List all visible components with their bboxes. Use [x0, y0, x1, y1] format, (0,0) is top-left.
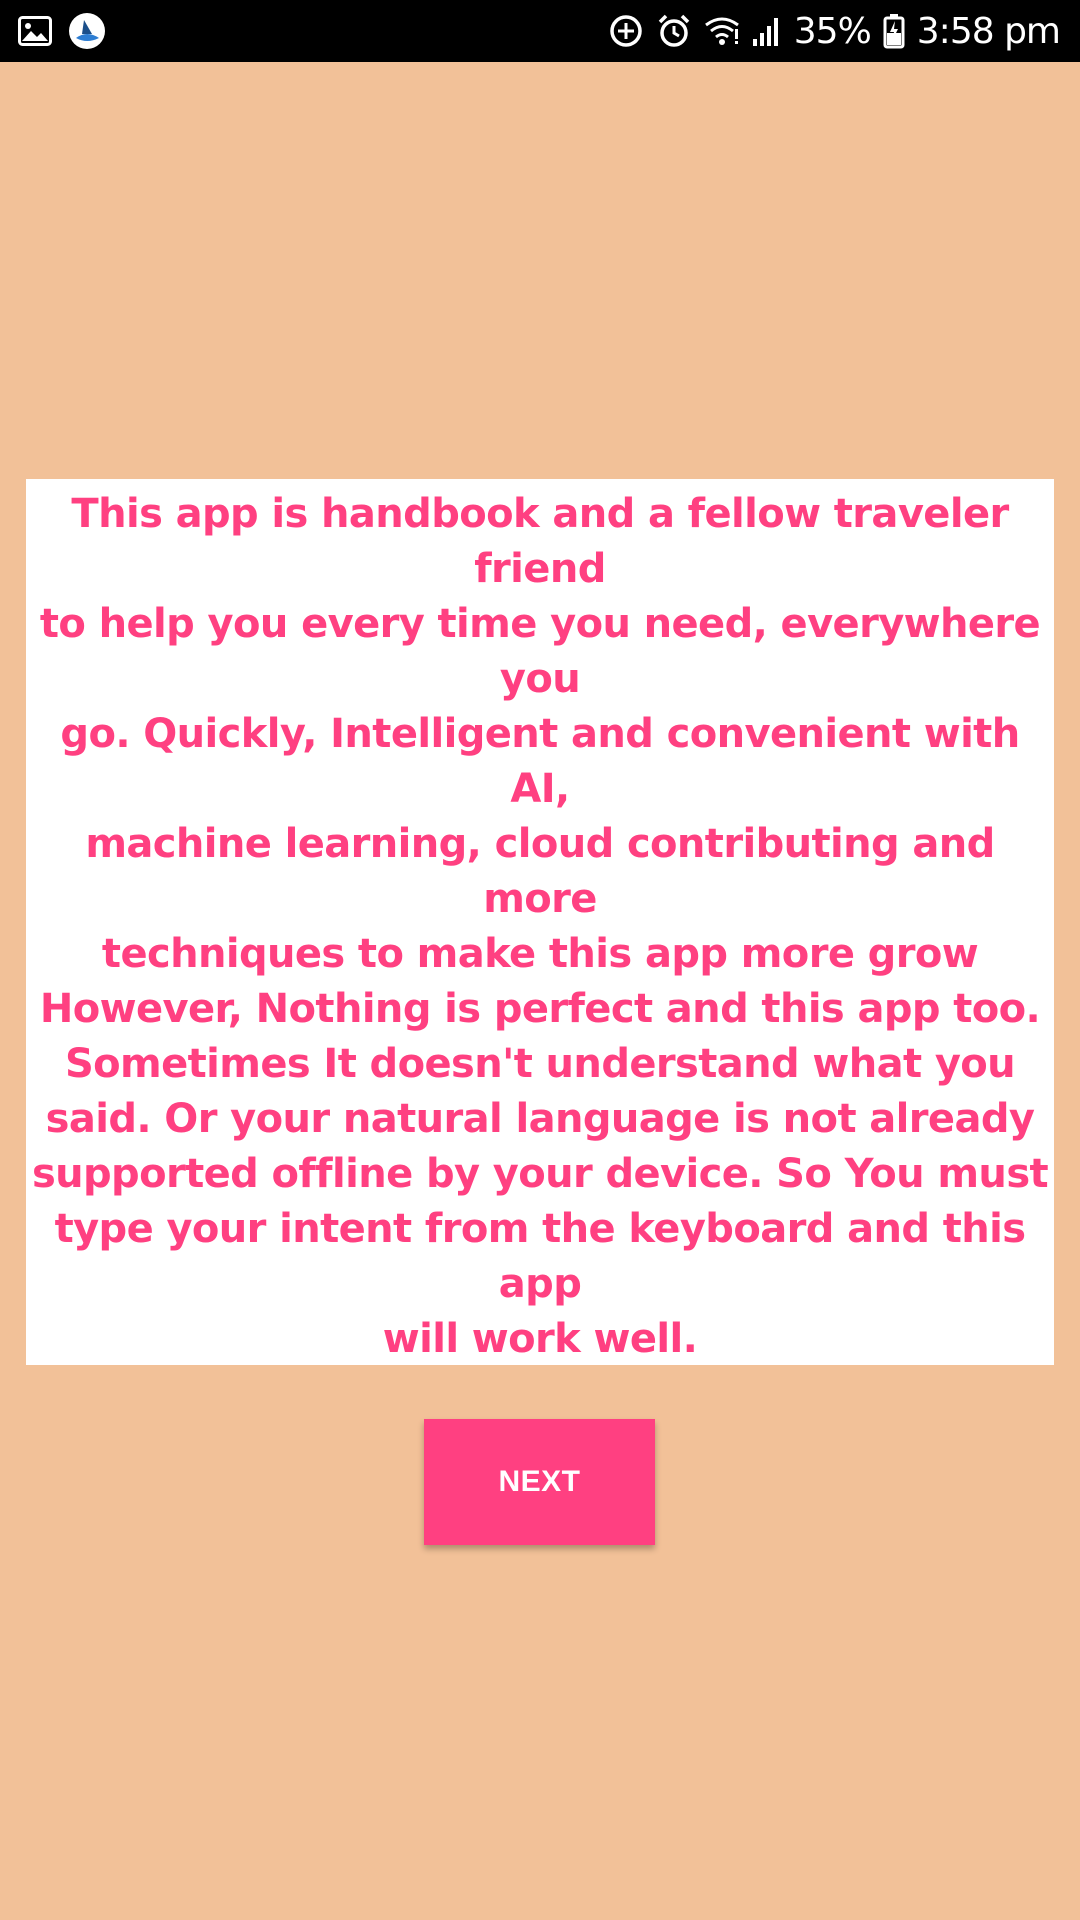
app-logo-icon: [68, 12, 106, 50]
status-bar-right: 35% 3:58 pm: [608, 0, 1061, 62]
policy-message-card: This app is handbook and a fellow travel…: [26, 479, 1054, 1365]
clock-time: 3:58 pm: [916, 10, 1061, 52]
battery-percentage: 35%: [793, 10, 872, 52]
status-bar-left: [18, 12, 106, 50]
battery-charging-icon: [883, 13, 905, 49]
next-button[interactable]: NEXT: [424, 1419, 655, 1545]
policy-message-text: This app is handbook and a fellow travel…: [31, 491, 1049, 1362]
status-bar: 35% 3:58 pm: [0, 0, 1080, 62]
signal-icon: [752, 15, 782, 47]
wifi-icon: [704, 15, 740, 47]
data-saver-icon: [608, 13, 644, 49]
gallery-icon: [18, 16, 52, 46]
alarm-icon: [656, 13, 692, 49]
